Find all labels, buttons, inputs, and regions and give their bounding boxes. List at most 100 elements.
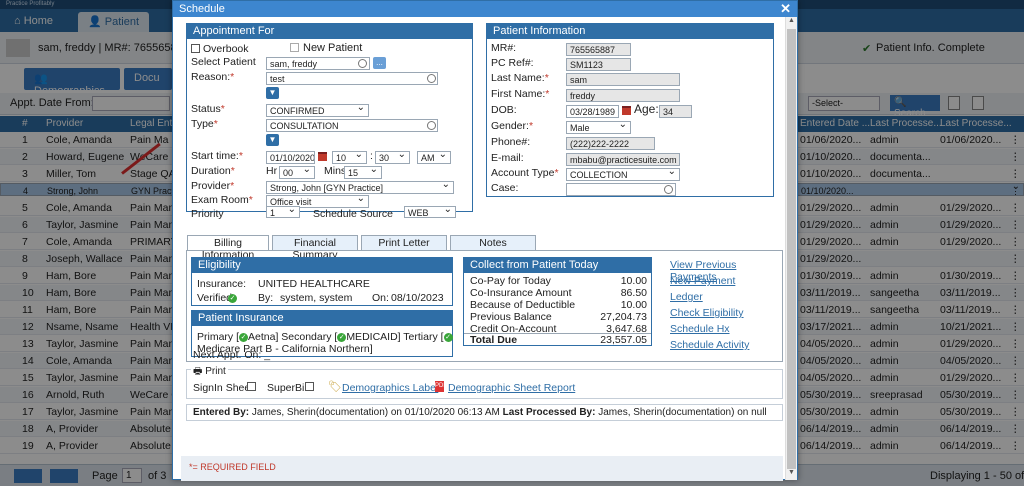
calendar-icon[interactable] xyxy=(318,152,327,161)
link-schedule-hx[interactable]: Schedule Hx xyxy=(670,323,730,335)
start-hour-select[interactable]: 10 xyxy=(332,149,367,164)
entered-by-label: Entered By: xyxy=(193,407,250,418)
calendar-icon[interactable] xyxy=(622,106,631,115)
clear-icon[interactable] xyxy=(358,59,367,68)
type-label: Type xyxy=(191,118,214,130)
account-type-select[interactable]: COLLECTION xyxy=(566,166,680,181)
tab-notes[interactable]: Notes xyxy=(450,235,536,251)
patient-information-panel: Patient Information MR#: 765565887 PC Re… xyxy=(486,23,774,197)
reason-input[interactable]: test xyxy=(266,72,438,85)
verified-check-icon: ✓ xyxy=(228,293,237,303)
by-label: By: xyxy=(258,292,274,304)
superbill-checkbox[interactable] xyxy=(305,382,314,391)
dialog-body: Appointment For Overbook New Patient Sel… xyxy=(173,17,785,457)
signin-sheet-checkbox[interactable] xyxy=(247,382,256,391)
status-label: Status xyxy=(191,103,221,115)
collect-item-label: Because of Deductible xyxy=(470,299,576,311)
duration-hr-select[interactable]: 00 xyxy=(279,164,315,179)
type-dropdown-button[interactable]: ▼ xyxy=(266,134,279,146)
close-icon[interactable]: ✕ xyxy=(780,1,791,17)
new-patient-label: New Patient xyxy=(303,42,363,54)
on-label: On: xyxy=(372,292,389,304)
gender-select[interactable]: Male xyxy=(566,119,631,134)
priority-select[interactable]: 1 xyxy=(266,204,300,218)
last-processed-label: Last Processed By: xyxy=(502,407,596,418)
collect-item-label: Co-Pay for Today xyxy=(470,275,551,287)
duration-mins-select[interactable]: 15 xyxy=(344,164,382,179)
print-section: 🖶 Print SignIn Sheet SuperBill 🏷 Demogra… xyxy=(186,364,783,399)
schedule-source-label: Schedule Source xyxy=(313,208,393,220)
dob-input[interactable]: 03/28/1989 xyxy=(566,105,619,118)
signin-sheet-label: SignIn Sheet xyxy=(193,382,254,394)
age-label: Age: xyxy=(634,102,659,116)
provider-label: Provider xyxy=(191,180,231,192)
link-ledger[interactable]: Ledger xyxy=(670,291,703,303)
appointment-for-title: Appointment For xyxy=(187,24,472,39)
start-ampm-select[interactable]: AM xyxy=(417,149,451,164)
demographic-sheet-report-link[interactable]: Demographic Sheet Report xyxy=(448,382,575,394)
duration-hr-label: Hr xyxy=(266,165,278,177)
clear-icon[interactable] xyxy=(427,121,436,130)
first-name-field: freddy xyxy=(566,89,680,102)
dialog-header: Schedule ✕ xyxy=(173,1,797,17)
eligibility-title: Eligibility xyxy=(192,258,452,273)
entered-by-value: James, Sherin(documentation) on 01/10/20… xyxy=(251,407,500,418)
total-due-label: Total Due xyxy=(470,334,518,346)
schedule-source-select[interactable]: WEB xyxy=(404,204,456,218)
start-minute-select[interactable]: 30 xyxy=(375,149,410,164)
select-patient-label: Select Patient xyxy=(191,56,256,68)
scroll-thumb[interactable] xyxy=(787,29,796,469)
collect-item-value: 10.00 xyxy=(620,275,647,287)
select-patient-input[interactable]: sam, freddy xyxy=(266,57,370,70)
next-appt: Next Appt. On: _ xyxy=(193,349,271,361)
demographics-label-link[interactable]: Demographics Label xyxy=(342,382,438,394)
collect-panel: Collect from Patient Today Co-Pay for To… xyxy=(463,257,652,346)
overbook-checkbox[interactable] xyxy=(191,44,200,53)
by-value: system, system xyxy=(280,292,353,304)
link-check-eligibility[interactable]: Check Eligibility xyxy=(670,307,744,319)
pcref-field: SM1123 xyxy=(566,58,631,71)
scroll-up-icon[interactable]: ▲ xyxy=(788,17,796,24)
superbill-label: SuperBill xyxy=(267,382,310,394)
phone-label: Phone#: xyxy=(491,136,531,148)
scroll-down-icon[interactable]: ▼ xyxy=(788,469,796,476)
link-schedule-activity[interactable]: Schedule Activity xyxy=(670,339,749,351)
check-icon: ✓ xyxy=(337,332,347,342)
insurance-line-1: Primary [✓ Aetna] Secondary [✓ MEDICAID] T… xyxy=(197,331,453,343)
entered-by-bar: Entered By: James, Sherin(documentation)… xyxy=(186,404,783,421)
on-value: 08/10/2023 xyxy=(391,292,444,304)
email-field: mbabu@practicesuite.com xyxy=(566,153,680,166)
tab-print-letter[interactable]: Print Letter xyxy=(361,235,447,251)
tab-financial-summary[interactable]: Financial Summary xyxy=(272,235,358,261)
case-input[interactable] xyxy=(566,183,676,196)
insurance-label: Insurance: xyxy=(197,278,247,290)
dob-label: DOB: xyxy=(491,104,517,116)
lookup-patient-button[interactable]: ... xyxy=(373,57,386,69)
reason-dropdown-button[interactable]: ▼ xyxy=(266,87,279,99)
clear-icon[interactable] xyxy=(664,185,673,194)
last-processed-value: James, Sherin(documentation) on null xyxy=(598,407,767,418)
start-time-label: Start time: xyxy=(191,150,239,162)
printer-icon: 🖶 xyxy=(193,366,206,377)
new-patient-checkbox[interactable] xyxy=(290,43,299,52)
label-icon: 🏷 xyxy=(328,381,342,393)
tab-billing-information[interactable]: Billing Information xyxy=(187,235,269,261)
dialog-scrollbar[interactable]: ▲ ▼ xyxy=(785,17,797,480)
account-type-label: Account Type xyxy=(491,167,555,179)
collect-item-value: 27,204.73 xyxy=(600,311,647,323)
reason-label: Reason: xyxy=(191,71,231,83)
type-input[interactable]: CONSULTATION xyxy=(266,119,438,132)
exam-room-label: Exam Room xyxy=(191,194,249,206)
collect-item-value: 10.00 xyxy=(620,299,647,311)
mr-label: MR#: xyxy=(491,42,517,54)
appointment-for-panel: Appointment For Overbook New Patient Sel… xyxy=(186,23,473,220)
dialog-footer: *= REQUIRED FIELD xyxy=(181,456,783,481)
clear-icon[interactable] xyxy=(427,74,436,83)
last-name-label: Last Name: xyxy=(491,72,545,84)
collect-item-label: Previous Balance xyxy=(470,311,552,323)
priority-label: Priority xyxy=(191,208,224,220)
link-new-payment[interactable]: New Payment xyxy=(670,275,735,287)
dialog-title: Schedule xyxy=(179,3,225,15)
status-select[interactable]: CONFIRMED xyxy=(266,102,369,117)
start-date-input[interactable]: 01/10/2020 xyxy=(266,151,315,164)
